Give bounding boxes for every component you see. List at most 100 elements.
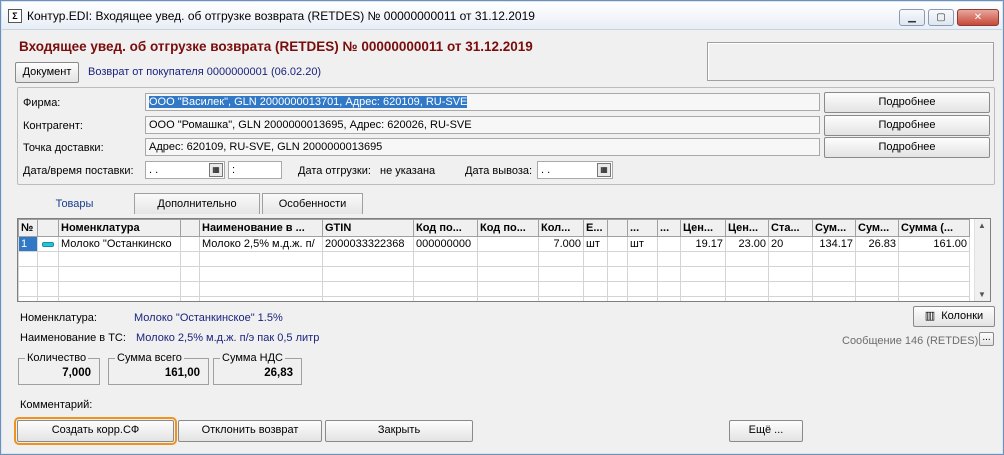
empty-cell: [37, 266, 59, 282]
table-cell[interactable]: [180, 236, 200, 252]
firm-field[interactable]: ООО "Василек", GLN 2000000013701, Адрес:…: [145, 93, 820, 111]
empty-cell: [322, 281, 414, 297]
empty-cell: [199, 296, 323, 301]
counterparty-field[interactable]: ООО "Ромашка", GLN 2000000013695, Адрес:…: [145, 116, 820, 134]
empty-cell: [725, 296, 769, 301]
table-cell[interactable]: шт: [583, 236, 608, 252]
empty-cell: [322, 296, 414, 301]
column-header[interactable]: ...: [627, 219, 658, 237]
column-header[interactable]: Сум...: [855, 219, 899, 237]
table-cell[interactable]: 161.00: [898, 236, 970, 252]
nomenclature-label: Номенклатура:: [20, 312, 97, 324]
table-cell[interactable]: 2000033322368: [322, 236, 414, 252]
tab-additional[interactable]: Дополнительно: [134, 193, 260, 214]
empty-cell: [18, 281, 38, 297]
empty-row: [18, 296, 970, 301]
table-cell[interactable]: [477, 236, 539, 252]
chevron-down-icon[interactable]: ▼: [978, 290, 986, 299]
column-header[interactable]: №: [18, 219, 38, 237]
empty-cell: [180, 296, 200, 301]
empty-cell: [657, 266, 681, 282]
column-header[interactable]: Номенклатура: [58, 219, 181, 237]
table-cell[interactable]: Молоко 2,5% м.д.ж. п/: [199, 236, 323, 252]
tab-features[interactable]: Особенности: [262, 193, 363, 214]
column-header[interactable]: [607, 219, 628, 237]
empty-cell: [538, 296, 584, 301]
table-cell[interactable]: 20: [768, 236, 813, 252]
table-cell[interactable]: 000000000: [413, 236, 478, 252]
column-header[interactable]: Код по...: [413, 219, 478, 237]
column-header[interactable]: Кол...: [538, 219, 584, 237]
table-cell[interactable]: 19.17: [680, 236, 726, 252]
column-header[interactable]: Цен...: [725, 219, 769, 237]
column-header[interactable]: Ста...: [768, 219, 813, 237]
columns-button[interactable]: ▥ Колонки: [913, 306, 995, 327]
empty-cell: [855, 281, 899, 297]
table-cell[interactable]: Молоко "Останкинско: [58, 236, 181, 252]
close-icon[interactable]: ✕: [957, 9, 999, 26]
table-row[interactable]: 1 Молоко "Останкинско Молоко 2,5% м.д.ж. п…: [18, 236, 970, 252]
empty-cell: [538, 266, 584, 282]
document-app-icon: Σ: [8, 9, 22, 23]
table-cell[interactable]: 26.83: [855, 236, 899, 252]
table-cell[interactable]: 1: [18, 236, 38, 252]
empty-cell: [538, 281, 584, 297]
empty-cell: [627, 266, 658, 282]
column-header[interactable]: Цен...: [680, 219, 726, 237]
reject-return-button[interactable]: Отклонить возврат: [178, 420, 322, 442]
more-button[interactable]: Ещё ...: [729, 420, 803, 442]
empty-cell: [898, 251, 970, 267]
column-header[interactable]: Е...: [583, 219, 608, 237]
return-link[interactable]: Возврат от покупателя 0000000001 (06.02.…: [88, 66, 321, 78]
table-cell[interactable]: 7.000: [538, 236, 584, 252]
column-header[interactable]: ...: [657, 219, 681, 237]
column-header[interactable]: Сумма (...: [898, 219, 970, 237]
document-button[interactable]: Документ: [15, 62, 79, 83]
table-cell[interactable]: [37, 236, 59, 252]
page-title: Входящее увед. об отгрузке возврата (RET…: [19, 39, 533, 54]
table-cell[interactable]: [657, 236, 681, 252]
delivery-point-field[interactable]: Адрес: 620109, RU-SVE, GLN 2000000013695: [145, 138, 820, 156]
maximize-icon[interactable]: ▢: [928, 9, 954, 26]
empty-cell: [37, 251, 59, 267]
calendar-icon[interactable]: ▦: [209, 163, 223, 177]
status-icon: [42, 241, 54, 247]
empty-cell: [413, 296, 478, 301]
title-bar[interactable]: Σ Контур.EDI: Входящее увед. об отгрузке…: [2, 2, 1002, 30]
create-correction-invoice-button[interactable]: Создать корр.СФ: [14, 417, 177, 445]
column-header[interactable]: [180, 219, 200, 237]
delivery-point-details-button[interactable]: Подробнее: [824, 137, 990, 158]
nomenclature-value: Молоко "Останкинское" 1.5%: [134, 312, 283, 324]
tab-goods[interactable]: Товары: [17, 193, 132, 214]
delivery-time-input[interactable]: :: [228, 161, 282, 179]
empty-cell: [477, 251, 539, 267]
empty-cell: [898, 266, 970, 282]
empty-cell: [680, 296, 726, 301]
column-header[interactable]: GTIN: [322, 219, 414, 237]
counterparty-details-button[interactable]: Подробнее: [824, 115, 990, 136]
table-cell[interactable]: 134.17: [812, 236, 856, 252]
vertical-scrollbar[interactable]: ▲ ▼: [974, 219, 990, 301]
column-header[interactable]: Сум...: [812, 219, 856, 237]
calendar-icon[interactable]: ▦: [597, 163, 611, 177]
column-header[interactable]: [37, 219, 59, 237]
table-cell[interactable]: шт: [627, 236, 658, 252]
empty-cell: [657, 251, 681, 267]
table-cell[interactable]: [607, 236, 628, 252]
firm-details-button[interactable]: Подробнее: [824, 92, 990, 113]
chevron-up-icon[interactable]: ▲: [978, 221, 986, 230]
column-header[interactable]: Код по...: [477, 219, 539, 237]
goods-table[interactable]: № Номенклатура Наименование в ... GTIN Код п…: [17, 218, 991, 302]
empty-cell: [725, 266, 769, 282]
column-header[interactable]: Наименование в ...: [199, 219, 323, 237]
table-cell[interactable]: 23.00: [725, 236, 769, 252]
message-more-button[interactable]: ...: [979, 332, 994, 346]
empty-cell: [812, 266, 856, 282]
empty-cell: [413, 281, 478, 297]
close-button[interactable]: Закрыть: [325, 420, 473, 442]
sum-total: Сумма всего 161,00: [108, 352, 209, 385]
empty-cell: [627, 296, 658, 301]
message-info: Сообщение 146 (RETDES): [842, 335, 979, 347]
minimize-icon[interactable]: ▁: [899, 9, 925, 26]
empty-row: [18, 266, 970, 282]
